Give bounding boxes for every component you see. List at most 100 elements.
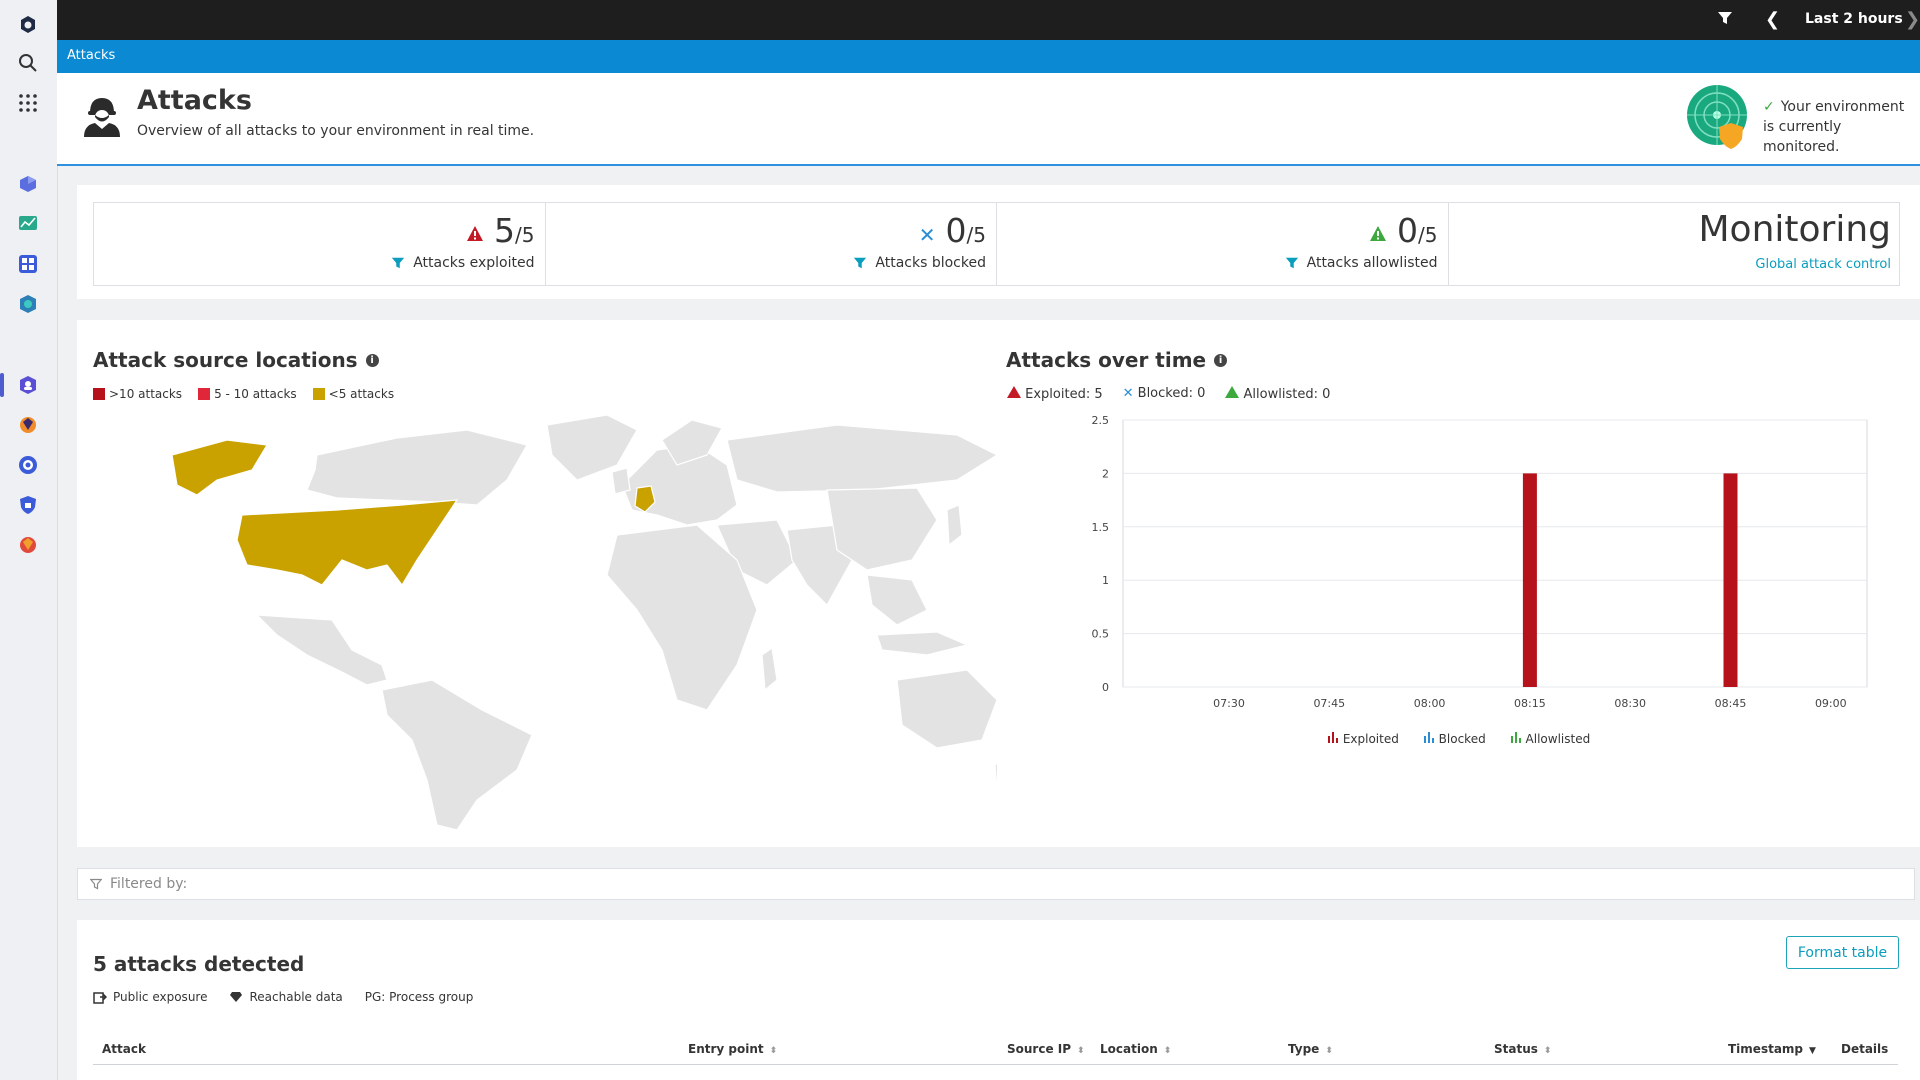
dynatrace-logo-icon[interactable] bbox=[14, 11, 42, 39]
col-timestamp[interactable]: Timestamp ▼ bbox=[1728, 1042, 1816, 1056]
bottom-legend-allowlisted[interactable]: Allowlisted bbox=[1510, 732, 1590, 746]
global-attack-control-link[interactable]: Global attack control bbox=[1755, 257, 1891, 272]
col-type[interactable]: Type ⬍ bbox=[1288, 1042, 1333, 1056]
col-attack[interactable]: Attack bbox=[102, 1042, 146, 1056]
world-countries bbox=[255, 414, 997, 830]
x-tick-label: 09:00 bbox=[1815, 697, 1847, 710]
y-tick-label: 0 bbox=[1102, 681, 1109, 694]
bar-exploited[interactable] bbox=[1723, 473, 1738, 687]
country-alaska[interactable] bbox=[171, 439, 268, 496]
bar-chart-icon bbox=[1328, 732, 1338, 743]
cross-icon: ✕ bbox=[918, 223, 936, 247]
sidebar bbox=[0, 0, 58, 1080]
radar-shield-icon bbox=[1685, 83, 1755, 157]
sort-desc-icon: ▼ bbox=[1809, 1046, 1816, 1056]
breadcrumb-item-attacks[interactable]: Attacks bbox=[67, 48, 115, 63]
security-app-icon[interactable] bbox=[14, 371, 42, 399]
format-table-button[interactable]: Format table bbox=[1786, 936, 1899, 969]
legend-blocked[interactable]: ✕ Blocked: 0 bbox=[1123, 386, 1206, 402]
filter-icon[interactable] bbox=[391, 256, 405, 270]
y-tick-label: 2 bbox=[1102, 467, 1109, 480]
info-icon[interactable]: i bbox=[365, 353, 379, 367]
chevron-left-icon[interactable]: ❮ bbox=[1765, 9, 1780, 30]
map-legend-item: 5 - 10 attacks bbox=[198, 387, 297, 401]
vulnerability-app-icon[interactable] bbox=[14, 411, 42, 439]
bar-chart-icon bbox=[1510, 732, 1521, 743]
filter-icon[interactable] bbox=[853, 256, 867, 270]
active-indicator bbox=[0, 373, 4, 397]
y-tick-label: 2.5 bbox=[1092, 414, 1110, 427]
map-legend: >10 attacks 5 - 10 attacks <5 attacks bbox=[93, 387, 394, 401]
world-map[interactable] bbox=[137, 410, 997, 830]
warning-green-icon bbox=[1369, 223, 1387, 247]
attacks-table-panel: 5 attacks detected Format table Public e… bbox=[77, 920, 1920, 1080]
filter-placeholder: Filtered by: bbox=[110, 876, 188, 892]
bar-exploited[interactable] bbox=[1522, 473, 1537, 687]
map-title: Attack source locations i bbox=[93, 348, 379, 372]
settings-app-icon[interactable] bbox=[14, 451, 42, 479]
key-process-group: PG: Process group bbox=[364, 990, 474, 1004]
filter-icon bbox=[90, 878, 102, 890]
infrastructure-app-icon[interactable] bbox=[14, 170, 42, 198]
apps-grid-icon[interactable] bbox=[14, 89, 42, 117]
diamond-icon bbox=[230, 992, 243, 1002]
col-source-ip[interactable]: Source IP ⬍ bbox=[1007, 1042, 1085, 1056]
legend-allowlisted[interactable]: Allowlisted: 0 bbox=[1225, 386, 1330, 402]
monitoring-status: ✓ Your environment is currently monitored… bbox=[1763, 97, 1920, 157]
kpi-exploited-denom: /5 bbox=[515, 223, 535, 247]
kubernetes-app-icon[interactable] bbox=[14, 290, 42, 318]
y-tick-label: 1 bbox=[1102, 574, 1109, 587]
page-title: Attacks bbox=[137, 85, 252, 116]
chart-frame bbox=[1122, 419, 1868, 688]
kpi-exploited-value: 5 bbox=[494, 211, 516, 250]
attacks-over-time-chart[interactable]: 0 0.5 1 1.5 2 2.5 07:30 07:45 08:00 08:15 08:30 08:… bbox=[1007, 412, 1877, 722]
table-key-legend: Public exposure Reachable data PG: Proce… bbox=[93, 990, 473, 1004]
kpi-allowlisted-value: 0 bbox=[1397, 211, 1419, 250]
bottom-legend-blocked[interactable]: Blocked bbox=[1423, 732, 1486, 746]
col-location[interactable]: Location ⬍ bbox=[1100, 1042, 1171, 1056]
kpi-exploited[interactable]: 5/5 Attacks exploited bbox=[94, 203, 546, 285]
key-reachable-data: Reachable data bbox=[229, 990, 343, 1004]
hacker-icon bbox=[82, 95, 122, 141]
shield-app-icon[interactable] bbox=[14, 491, 42, 519]
col-details[interactable]: Details bbox=[1841, 1042, 1888, 1056]
col-entry-point[interactable]: Entry point ⬍ bbox=[688, 1042, 777, 1056]
x-tick-label: 08:30 bbox=[1614, 697, 1646, 710]
kpi-row: 5/5 Attacks exploited ✕ 0/5 Attacks bloc… bbox=[93, 202, 1900, 286]
kpi-monitoring: Monitoring Global attack control bbox=[1449, 203, 1900, 285]
warning-red-icon bbox=[466, 223, 484, 247]
chevron-right-icon[interactable]: ❯ bbox=[1905, 9, 1920, 30]
warning-green-icon bbox=[1225, 386, 1240, 398]
info-icon[interactable]: i bbox=[1214, 353, 1228, 367]
grid-app-icon[interactable] bbox=[14, 250, 42, 278]
kpi-blocked-denom: /5 bbox=[966, 223, 986, 247]
filter-bar[interactable]: Filtered by: bbox=[77, 868, 1915, 900]
sort-icon: ⬍ bbox=[1543, 1046, 1552, 1056]
breadcrumb: Attacks bbox=[57, 40, 1920, 73]
bottom-legend-exploited[interactable]: Exploited bbox=[1327, 732, 1399, 746]
filter-icon[interactable] bbox=[1285, 256, 1299, 270]
map-legend-item: <5 attacks bbox=[312, 387, 394, 401]
kpi-allowlisted[interactable]: 0/5 Attacks allowlisted bbox=[997, 203, 1449, 285]
kpi-allowlisted-label: Attacks allowlisted bbox=[1306, 255, 1438, 271]
kpi-allowlisted-denom: /5 bbox=[1418, 223, 1438, 247]
charts-panel: Attack source locations i >10 attacks 5 … bbox=[77, 320, 1920, 847]
timeline-title: Attacks over time i bbox=[1006, 348, 1228, 372]
timeframe-selector[interactable]: Last 2 hours bbox=[1805, 11, 1903, 27]
dashboard-app-icon[interactable] bbox=[14, 210, 42, 238]
cross-icon: ✕ bbox=[1122, 386, 1134, 401]
check-icon: ✓ bbox=[1763, 99, 1775, 115]
top-bar: ❮ Last 2 hours ❯ bbox=[57, 0, 1920, 40]
sort-icon: ⬍ bbox=[769, 1046, 778, 1056]
kpi-blocked[interactable]: ✕ 0/5 Attacks blocked bbox=[546, 203, 997, 285]
country-usa[interactable] bbox=[236, 499, 459, 587]
legend-exploited[interactable]: Exploited: 5 bbox=[1007, 386, 1103, 402]
filter-icon[interactable] bbox=[1717, 10, 1733, 30]
col-status[interactable]: Status ⬍ bbox=[1494, 1042, 1551, 1056]
kpi-blocked-value: 0 bbox=[945, 211, 967, 250]
threat-app-icon[interactable] bbox=[14, 531, 42, 559]
map-legend-item: >10 attacks bbox=[93, 387, 182, 401]
kpi-panel: 5/5 Attacks exploited ✕ 0/5 Attacks bloc… bbox=[77, 185, 1920, 299]
sort-icon: ⬍ bbox=[1077, 1046, 1085, 1056]
search-icon[interactable] bbox=[14, 49, 42, 77]
